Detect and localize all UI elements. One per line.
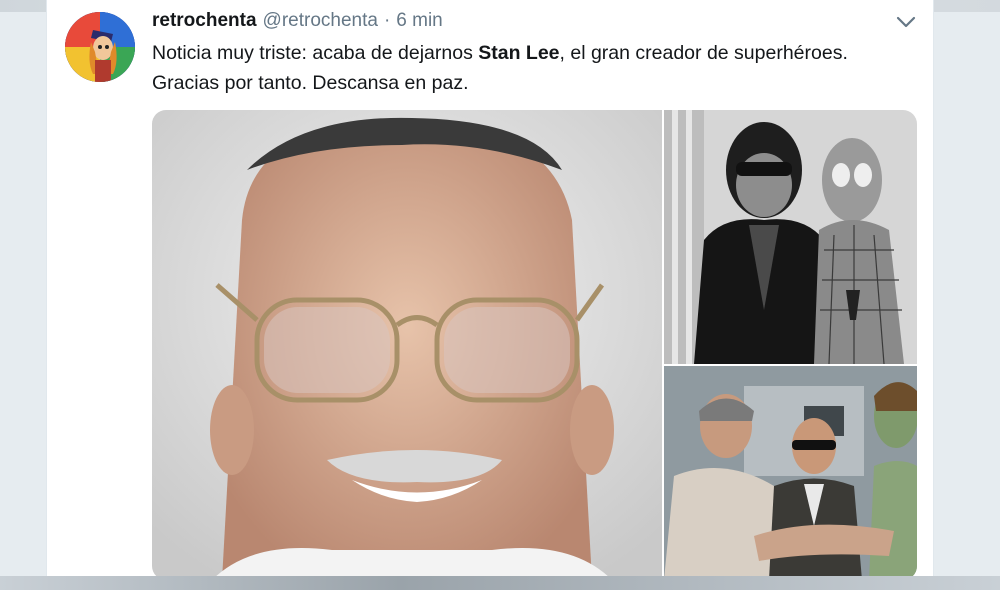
tweet-text-bold-name: Stan Lee xyxy=(478,42,560,64)
avatar[interactable] xyxy=(65,12,135,82)
tweet-text-line-2: Gracias por tanto. Descansa en paz. xyxy=(152,72,469,94)
timestamp[interactable]: 6 min xyxy=(396,10,442,32)
photo-with-thor-hulk[interactable] xyxy=(664,366,917,580)
photo-with-spiderman[interactable] xyxy=(664,110,917,364)
tweet-text-part-1: Noticia muy triste: acaba de dejarnos xyxy=(152,42,479,64)
tweet-card[interactable]: retrochenta @retrochenta · 6 min Noticia… xyxy=(46,0,934,590)
tweet-text: Noticia muy triste: acaba de dejarnos St… xyxy=(152,38,922,98)
avatar-illustration xyxy=(65,12,135,82)
photo-portrait[interactable] xyxy=(152,110,662,580)
media-grid xyxy=(152,110,917,580)
display-name[interactable]: retrochenta xyxy=(152,10,257,32)
user-handle[interactable]: @retrochenta xyxy=(263,10,378,32)
chevron-down-icon[interactable] xyxy=(895,14,917,30)
separator-dot: · xyxy=(383,10,391,31)
tweet-header: retrochenta @retrochenta · 6 min xyxy=(152,10,922,34)
bottom-edge-blur xyxy=(0,576,1000,590)
tweet-text-part-2: , el gran creador de superhéroes. xyxy=(559,42,848,64)
